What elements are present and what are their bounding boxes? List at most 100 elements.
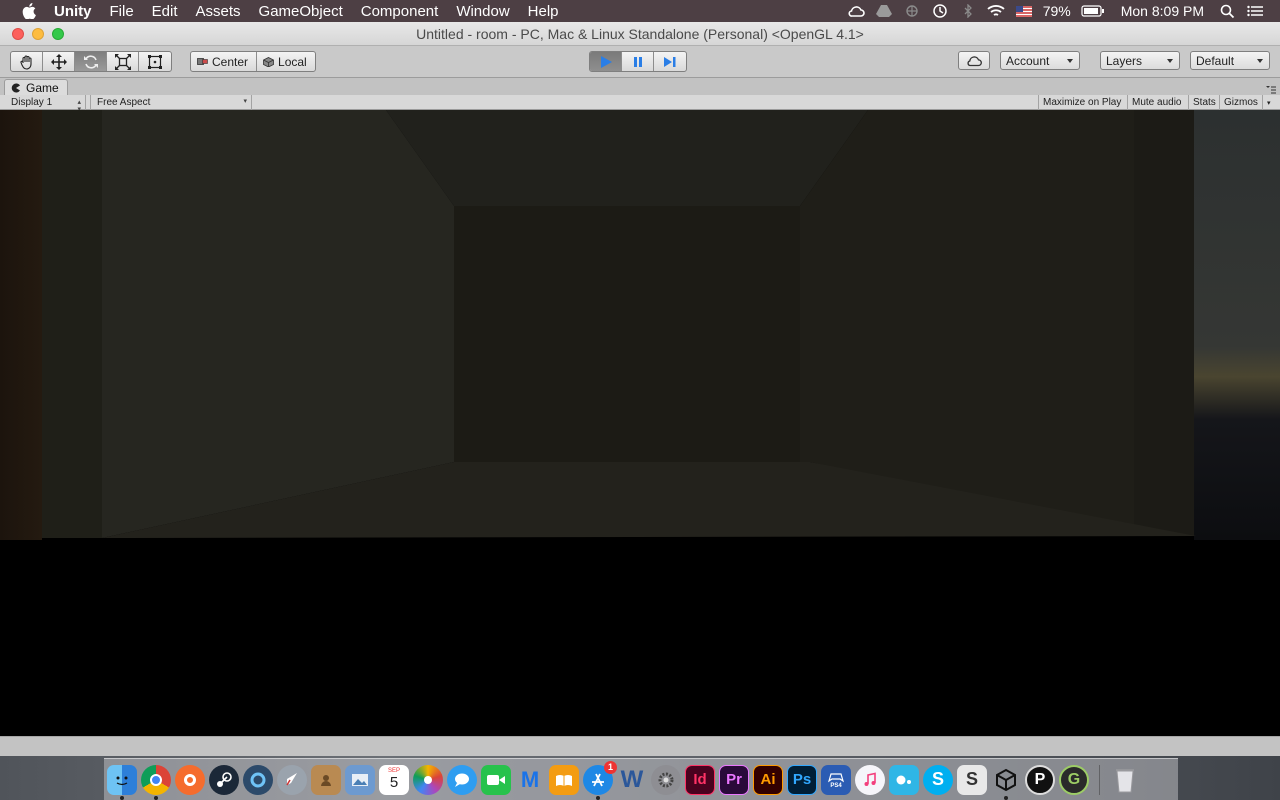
scale-icon [114, 53, 131, 70]
tab-game[interactable]: Game [4, 79, 68, 95]
menu-window[interactable]: Window [456, 3, 509, 20]
stats-toggle[interactable]: Stats [1188, 95, 1220, 110]
menu-gameobject[interactable]: GameObject [259, 3, 343, 20]
launchpad-icon[interactable] [277, 764, 307, 795]
move-tool-button[interactable] [43, 52, 75, 71]
play-controls [589, 51, 687, 72]
window-title-bar: Untitled - room - PC, Mac & Linux Standa… [0, 22, 1280, 46]
pause-icon [633, 56, 642, 67]
play-button[interactable] [590, 52, 622, 71]
scale-tool-button[interactable] [107, 52, 139, 71]
gizmos-label: Gizmos [1224, 97, 1258, 108]
pixelmator-icon[interactable]: P [1025, 764, 1055, 795]
screen-app-icon[interactable] [889, 764, 919, 795]
app-store-icon[interactable]: 1 [583, 760, 617, 800]
menu-unity[interactable]: Unity [54, 3, 92, 20]
messages-icon[interactable] [447, 764, 477, 795]
illustrator-icon[interactable]: Ai [753, 764, 783, 795]
menubar-clock[interactable]: Mon 8:09 PM [1121, 3, 1204, 19]
unity-status-bar [0, 736, 1280, 756]
time-machine-icon[interactable] [931, 3, 949, 19]
trash-icon[interactable] [1110, 765, 1140, 795]
menu-assets[interactable]: Assets [196, 3, 241, 20]
play-icon [600, 55, 612, 68]
mute-audio-toggle[interactable]: Mute audio [1127, 95, 1185, 110]
pause-button[interactable] [622, 52, 654, 71]
unity-toolbar: Center Local Account Layers Default [0, 46, 1280, 78]
hand-icon [19, 54, 32, 70]
pivot-center-icon [197, 57, 208, 66]
pacman-icon [11, 83, 21, 93]
skype-icon[interactable]: S [923, 764, 953, 795]
notification-center-icon[interactable] [1246, 3, 1264, 19]
app-store-badge: 1 [604, 760, 617, 774]
gizmos-dropdown[interactable]: ▾ [1262, 95, 1275, 110]
hand-tool-button[interactable] [11, 52, 43, 71]
rotate-icon [83, 54, 98, 69]
preview-icon[interactable] [345, 764, 375, 795]
word-icon[interactable]: W [617, 765, 647, 795]
steam-icon[interactable] [209, 764, 239, 795]
bluetooth-icon[interactable] [959, 3, 977, 19]
pivot-toggles: Center Local [190, 51, 316, 72]
layout-dropdown[interactable]: Default [1190, 51, 1270, 70]
pivot-local-label: Local [278, 54, 307, 69]
calendar-icon[interactable]: SEP 5 [379, 764, 409, 795]
aspect-label: Free Aspect [97, 97, 151, 108]
collab-cloud-button[interactable] [958, 51, 990, 70]
facetime-icon[interactable] [481, 764, 511, 795]
malwarebytes-m-icon[interactable]: M [515, 765, 545, 795]
step-icon [664, 56, 676, 67]
ibooks-icon[interactable] [549, 764, 579, 795]
move-icon [50, 53, 67, 70]
premiere-icon[interactable]: Pr [719, 764, 749, 795]
apple-menu-icon[interactable] [18, 0, 40, 22]
chevron-down-icon [1257, 59, 1263, 63]
game-view-controls: Display 1 ▴▾ Free Aspect ▾ Maximize on P… [0, 95, 1280, 113]
account-dropdown[interactable]: Account [1000, 51, 1080, 70]
photos-icon[interactable] [413, 764, 443, 795]
rect-tool-button[interactable] [139, 52, 171, 71]
creative-cloud-icon[interactable] [847, 3, 865, 19]
chrome-icon[interactable] [141, 764, 171, 800]
maximize-on-play-toggle[interactable]: Maximize on Play [1038, 95, 1125, 110]
rotate-tool-button[interactable] [75, 52, 107, 71]
menu-component[interactable]: Component [361, 3, 439, 20]
google-drive-icon[interactable] [875, 3, 893, 19]
ps4-remote-play-icon[interactable]: PS4 [821, 764, 851, 795]
display-dropdown[interactable]: Display 1 ▴▾ [5, 95, 86, 113]
layers-label: Layers [1106, 53, 1143, 68]
pivot-center-toggle[interactable]: Center [191, 52, 258, 71]
display-label: Display 1 [11, 97, 53, 108]
dock-separator [1099, 764, 1100, 795]
game-viewport[interactable] [0, 110, 1280, 736]
itunes-icon[interactable] [855, 764, 885, 795]
indesign-icon[interactable]: Id [685, 764, 715, 795]
malwarebytes-icon[interactable] [243, 764, 273, 795]
chevron-down-icon: ▾ [1267, 99, 1271, 107]
sync-icon[interactable] [903, 3, 921, 19]
contacts-icon[interactable] [311, 764, 341, 795]
battery-icon[interactable] [1081, 3, 1105, 19]
photoshop-icon[interactable]: Ps [787, 764, 817, 795]
menu-file[interactable]: File [110, 3, 134, 20]
stats-label: Stats [1193, 97, 1216, 108]
wifi-icon[interactable] [987, 3, 1005, 19]
layers-dropdown[interactable]: Layers [1100, 51, 1180, 70]
pivot-local-toggle[interactable]: Local [257, 52, 315, 71]
finder-icon[interactable] [107, 764, 137, 800]
us-flag-icon[interactable] [1015, 3, 1033, 19]
gizmos-toggle[interactable]: Gizmos [1219, 95, 1262, 110]
step-button[interactable] [654, 52, 686, 71]
panel-menu-icon[interactable] [1266, 82, 1276, 94]
origin-icon[interactable] [175, 764, 205, 795]
grammarly-icon[interactable]: G [1059, 764, 1089, 795]
menu-edit[interactable]: Edit [152, 3, 178, 20]
system-preferences-icon[interactable] [651, 764, 681, 795]
unity-app-icon[interactable] [991, 765, 1021, 800]
account-label: Account [1006, 53, 1050, 68]
scrivener-icon[interactable]: S [957, 764, 987, 795]
menu-help[interactable]: Help [528, 3, 559, 20]
spotlight-search-icon[interactable] [1218, 3, 1236, 19]
aspect-dropdown[interactable]: Free Aspect ▾ [90, 95, 252, 110]
